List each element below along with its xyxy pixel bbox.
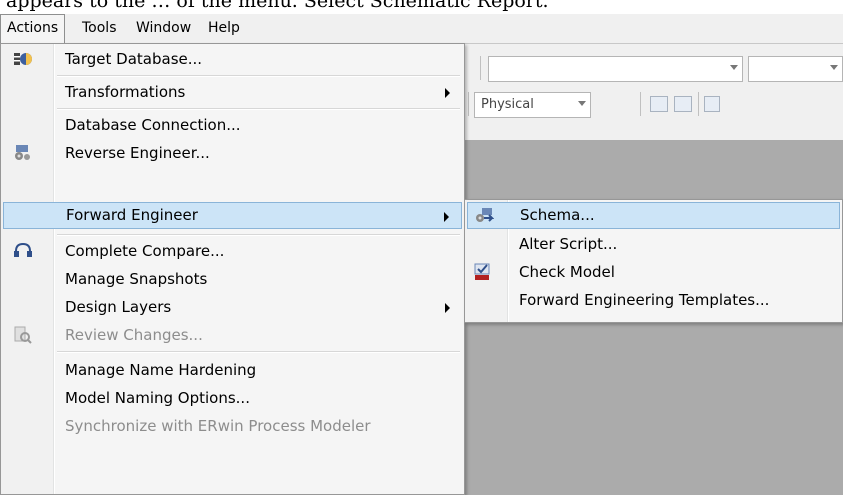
- toolbar-grip: [480, 56, 481, 80]
- menu-separator: [57, 234, 460, 236]
- toolbar-grip-2: [640, 92, 641, 116]
- toolbar-combo-2[interactable]: [748, 56, 843, 82]
- submenu-arrow-icon: [445, 88, 450, 98]
- view-level-combo[interactable]: Physical: [474, 92, 591, 118]
- chevron-down-icon: [830, 65, 838, 70]
- menu-window-label: Window: [136, 20, 192, 36]
- menu-item-label: Model Naming Options...: [65, 389, 250, 407]
- menu-item-label: Database Connection...: [65, 116, 241, 134]
- actions-menu: Target Database... Transformations Datab…: [0, 43, 465, 495]
- complete-compare-icon: [13, 242, 33, 260]
- menu-window[interactable]: Window: [130, 14, 197, 43]
- menu-item-model-naming-options[interactable]: Model Naming Options...: [3, 385, 462, 412]
- menu-item-label: Forward Engineering Templates...: [519, 291, 770, 309]
- menu-item-forward-engineering-templates[interactable]: Forward Engineering Templates...: [467, 287, 840, 314]
- menu-item-label: Complete Compare...: [65, 242, 225, 260]
- chevron-down-icon: [730, 65, 738, 70]
- menu-item-reverse-engineer[interactable]: Reverse Engineer...: [3, 140, 462, 167]
- menu-item-label: Target Database...: [65, 50, 203, 68]
- menu-item-manage-name-hardening[interactable]: Manage Name Hardening: [3, 357, 462, 384]
- reverse-engineer-icon: [13, 144, 33, 162]
- menu-tools[interactable]: Tools: [76, 14, 123, 43]
- menu-item-alter-script[interactable]: Alter Script...: [467, 231, 840, 258]
- menu-item-label: Transformations: [65, 83, 186, 101]
- toolbar-separator: [468, 92, 469, 116]
- menu-item-label: Alter Script...: [519, 235, 618, 253]
- menu-actions-label: Actions: [7, 20, 59, 36]
- menu-item-label: Design Layers: [65, 298, 172, 316]
- menu-item-synchronize-erwin: Synchronize with ERwin Process Modeler: [3, 413, 462, 440]
- submenu-arrow-icon: [444, 212, 449, 222]
- menu-item-label: Reverse Engineer...: [65, 144, 210, 162]
- menu-item-review-changes: Review Changes...: [3, 322, 462, 349]
- check-model-sql-icon: [473, 263, 493, 281]
- submenu-arrow-icon: [445, 303, 450, 313]
- menu-item-schema[interactable]: Schema...: [467, 202, 840, 229]
- menu-item-label: Manage Snapshots: [65, 270, 208, 288]
- menu-item-label: Synchronize with ERwin Process Modeler: [65, 417, 371, 435]
- menu-separator: [57, 108, 460, 110]
- lock-icon[interactable]: [704, 96, 720, 112]
- menu-item-label: Review Changes...: [65, 326, 203, 344]
- menu-item-forward-engineer[interactable]: Forward Engineer: [3, 202, 462, 229]
- window-add-icon[interactable]: [674, 96, 692, 112]
- view-level-value: Physical: [481, 97, 534, 112]
- menu-item-label: Schema...: [520, 206, 595, 224]
- menu-bar: Actions Tools Window Help: [0, 14, 843, 44]
- menu-item-label: Manage Name Hardening: [65, 361, 257, 379]
- chevron-down-icon: [578, 101, 586, 106]
- menu-item-label: Forward Engineer: [66, 206, 198, 224]
- menu-item-manage-snapshots[interactable]: Manage Snapshots: [3, 266, 462, 293]
- menu-help[interactable]: Help: [202, 14, 246, 43]
- schema-icon: [474, 207, 495, 225]
- top-text: appears to the … of the menu. Select Sch…: [6, 0, 549, 12]
- menu-separator: [57, 351, 460, 353]
- toolbar-combo-1[interactable]: [488, 56, 743, 82]
- menu-actions[interactable]: Actions: [0, 14, 66, 44]
- review-changes-icon: [13, 326, 33, 344]
- menu-item-design-layers[interactable]: Design Layers: [3, 294, 462, 321]
- menu-separator: [57, 75, 460, 77]
- menu-item-label: Check Model: [519, 263, 615, 281]
- target-database-icon: [13, 50, 33, 68]
- forward-engineer-submenu: Schema... Alter Script... Check Model Fo…: [464, 199, 843, 323]
- menu-item-target-database[interactable]: Target Database...: [3, 46, 462, 73]
- menu-item-complete-compare[interactable]: Complete Compare...: [3, 238, 462, 265]
- menu-item-transformations[interactable]: Transformations: [3, 79, 462, 106]
- menu-item-check-model[interactable]: Check Model: [467, 259, 840, 286]
- menu-tools-label: Tools: [82, 20, 117, 36]
- top-text-fragment: appears to the … of the menu. Select Sch…: [0, 0, 843, 14]
- menu-help-label: Help: [208, 20, 240, 36]
- toolbar-separator-2: [698, 92, 699, 116]
- menu-item-database-connection[interactable]: Database Connection...: [3, 112, 462, 139]
- window-icon[interactable]: [650, 96, 668, 112]
